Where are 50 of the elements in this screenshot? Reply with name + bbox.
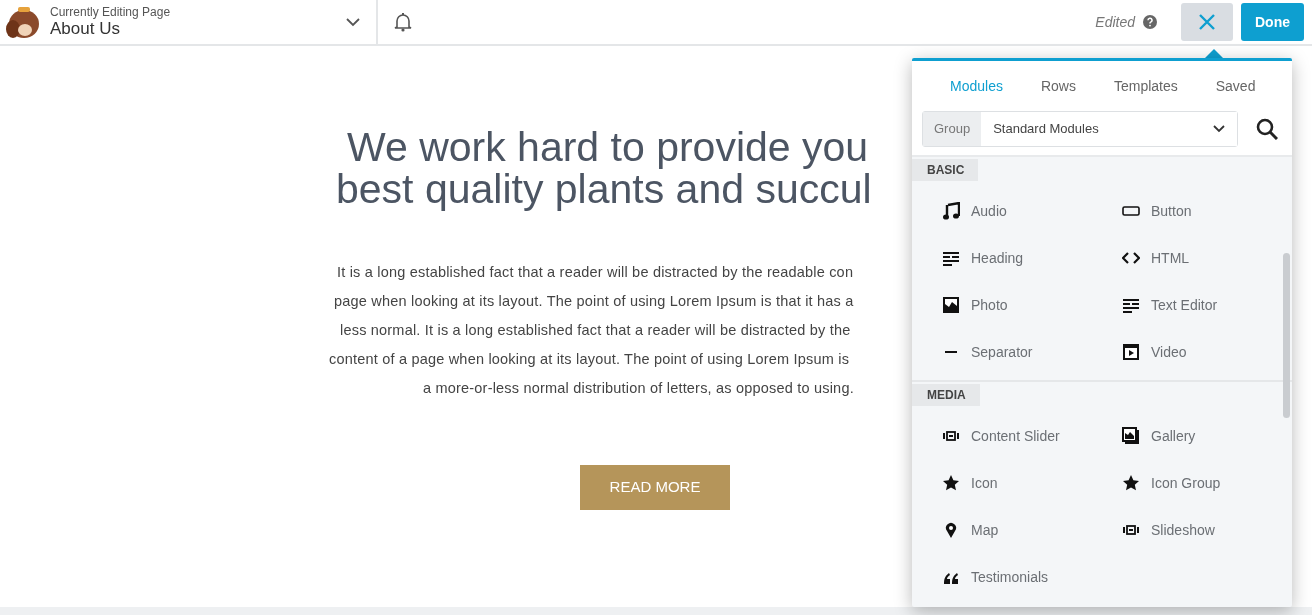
paragraph-line: less normal. It is a long established fact that a reader will be distracted by the <box>340 321 851 340</box>
heading-line: best quality plants and succul <box>336 168 872 210</box>
text-lines-icon <box>942 249 960 267</box>
module-item[interactable]: Heading <box>971 247 1024 269</box>
paragraph-line: content of a page when looking at its layout. The point of using Lorem Ipsum is <box>329 350 850 369</box>
paragraph-line: It is a long established fact that a reader will be distracted by the readable con <box>337 263 854 282</box>
chevron-down-icon[interactable] <box>346 17 360 27</box>
module-item[interactable]: Content Slider <box>971 425 1060 447</box>
paragraph-line: a more-or-less normal distribution of letters, as opposed to using. <box>423 379 854 398</box>
module-item[interactable]: Testimonials <box>971 566 1049 588</box>
music-note-icon <box>942 202 960 220</box>
group-select[interactable]: Group Standard Modules <box>922 111 1238 147</box>
chevron-down-icon <box>1213 125 1225 133</box>
video-icon <box>1122 343 1140 361</box>
edited-status: Edited <box>1095 12 1135 32</box>
module-item[interactable]: Icon <box>971 472 998 494</box>
module-item[interactable]: Slideshow <box>1151 519 1215 541</box>
star-icon <box>1122 474 1140 492</box>
module-item[interactable]: Icon Group <box>1151 472 1221 494</box>
scrollbar[interactable] <box>1283 253 1290 418</box>
module-item[interactable]: Map <box>971 519 999 541</box>
search-icon[interactable] <box>1256 118 1278 140</box>
module-item[interactable]: Separator <box>971 341 1033 363</box>
gallery-icon <box>1122 427 1140 445</box>
star-icon <box>942 474 960 492</box>
dash-icon <box>944 351 958 353</box>
heading-line: We work hard to provide you <box>347 126 869 168</box>
text-lines-icon <box>1122 296 1140 314</box>
bell-icon[interactable] <box>394 12 412 32</box>
section-label: MEDIA <box>912 384 980 406</box>
close-icon <box>1199 14 1215 30</box>
read-more-button[interactable]: READ MORE <box>580 465 730 510</box>
panel-tab[interactable]: Templates <box>1113 75 1178 97</box>
subtitle: Currently Editing Page <box>50 5 172 19</box>
panel-tab[interactable]: Rows <box>1040 75 1076 97</box>
section-label: BASIC <box>912 159 979 181</box>
panel-tab[interactable]: Modules <box>950 75 1003 97</box>
module-item[interactable]: Photo <box>971 294 1008 316</box>
photo-icon <box>942 296 960 314</box>
module-item[interactable]: Video <box>1151 341 1187 363</box>
module-item[interactable]: Audio <box>971 200 1007 222</box>
paragraph-line: page when looking at its layout. The point of using Lorem Ipsum is that it has a <box>334 292 854 311</box>
page-title: About Us <box>50 19 121 39</box>
panel-tab[interactable]: Saved <box>1215 75 1256 97</box>
help-icon[interactable] <box>1143 15 1157 29</box>
module-item[interactable]: Button <box>1151 200 1192 222</box>
module-item[interactable]: HTML <box>1151 247 1190 269</box>
module-item[interactable]: Gallery <box>1151 425 1196 447</box>
module-item[interactable]: Text Editor <box>1151 294 1218 316</box>
done-button[interactable]: Done <box>1241 3 1304 41</box>
